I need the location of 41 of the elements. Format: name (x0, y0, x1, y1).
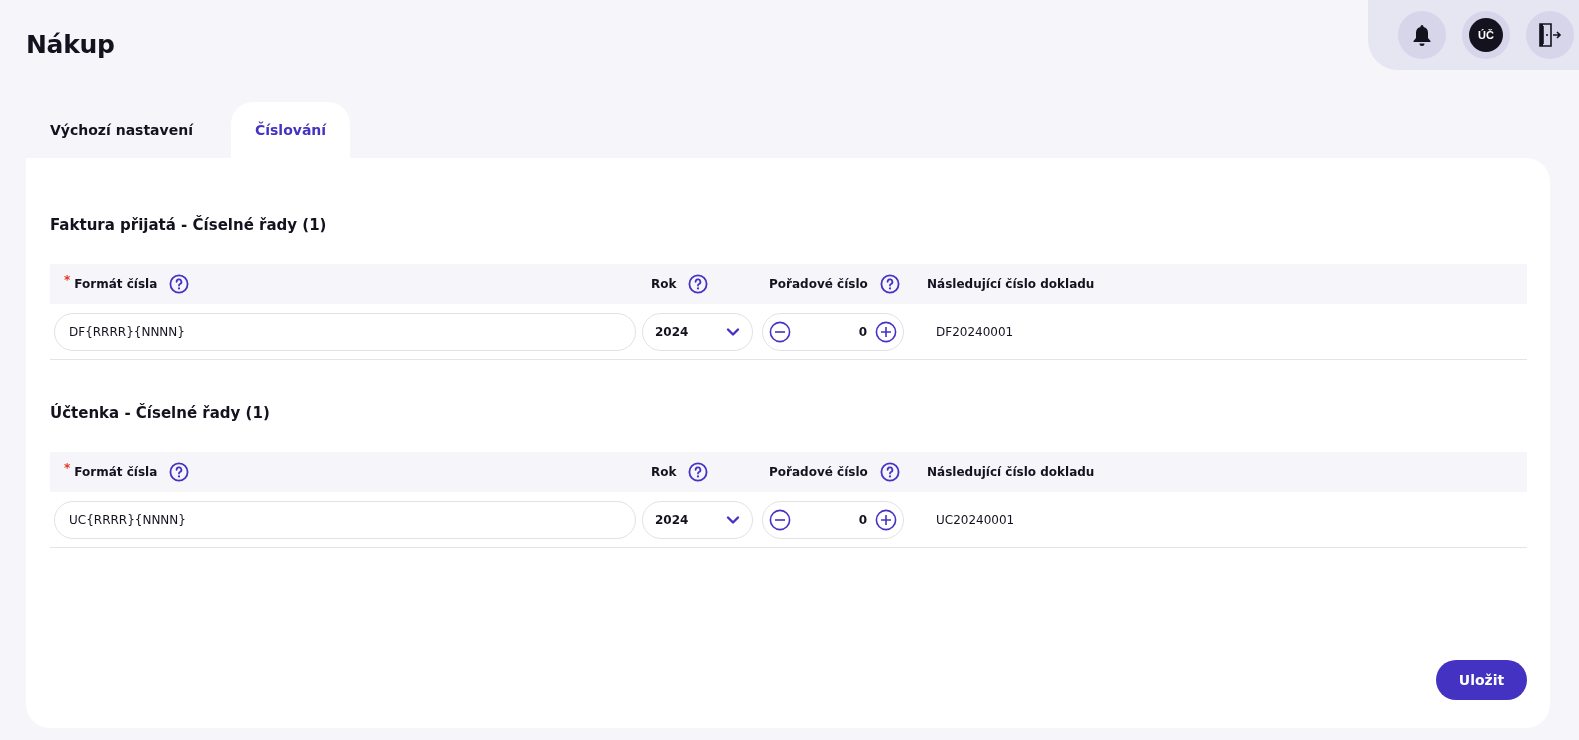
column-header: Formát čísla (74, 465, 158, 479)
section-title: Účtenka - Číselné řady (1) (50, 402, 271, 424)
required-mark: * (64, 461, 71, 475)
plus-icon[interactable] (875, 320, 897, 343)
column-header: Následující číslo dokladu (927, 277, 1095, 291)
section-title: Faktura přijatá - Číselné řady (1) (50, 214, 328, 236)
format-input[interactable]: UC{RRRR}{NNNN} (54, 500, 636, 539)
chevron-down-icon (726, 514, 740, 525)
year-select[interactable]: 2024 (642, 500, 753, 539)
plus-icon[interactable] (875, 508, 897, 531)
column-header: Rok (651, 465, 677, 479)
tab[interactable]: Číslování (230, 102, 351, 158)
next-number: UC20240001 (935, 512, 1015, 527)
column-header: Rok (651, 277, 677, 291)
help-icon[interactable] (169, 274, 190, 294)
help-icon[interactable] (169, 462, 190, 482)
page-title: Nákup (26, 30, 115, 59)
chevron-down-icon (726, 326, 740, 337)
help-icon[interactable] (688, 462, 709, 482)
number-stepper[interactable]: 0 (762, 312, 904, 351)
tab[interactable]: Výchozí nastavení (26, 102, 217, 158)
help-icon[interactable] (879, 462, 900, 482)
number-stepper[interactable]: 0 (762, 500, 904, 539)
minus-icon[interactable] (769, 320, 791, 343)
exit-door-icon (1538, 22, 1562, 48)
column-header: Následující číslo dokladu (927, 465, 1095, 479)
column-header: Pořadové číslo (769, 277, 868, 291)
column-header: Formát čísla (74, 277, 158, 291)
format-input[interactable]: DF{RRRR}{NNNN} (54, 312, 636, 351)
year-select[interactable]: 2024 (642, 312, 753, 351)
bell-icon (1411, 23, 1433, 47)
logout-button[interactable] (1526, 11, 1574, 59)
column-header: Pořadové číslo (769, 465, 868, 479)
user-button[interactable]: ÚČ (1462, 11, 1510, 59)
save-button[interactable]: Uložit (1436, 660, 1527, 700)
help-icon[interactable] (688, 274, 709, 294)
notifications-button[interactable] (1398, 11, 1446, 59)
minus-icon[interactable] (769, 508, 791, 531)
next-number: DF20240001 (935, 324, 1014, 339)
required-mark: * (64, 273, 71, 287)
help-icon[interactable] (879, 274, 900, 294)
